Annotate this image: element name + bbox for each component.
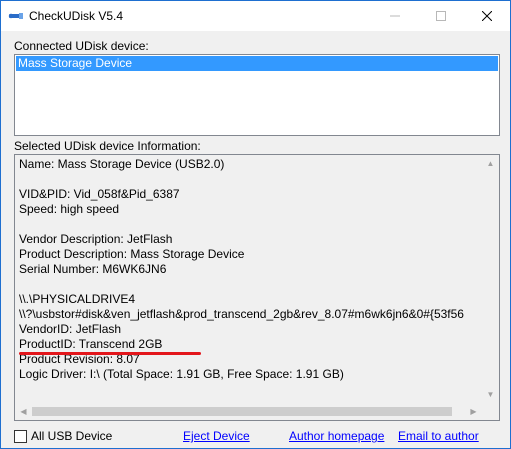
maximize-icon	[436, 11, 446, 21]
main-window: CheckUDisk V5.4 Connected UDisk device: …	[0, 0, 511, 449]
horizontal-scrollbar[interactable]: ◀ ▶	[15, 403, 482, 420]
info-speed: Speed: high speed	[19, 202, 120, 216]
maximize-button[interactable]	[418, 1, 464, 31]
minimize-icon	[390, 15, 400, 17]
connected-device-list[interactable]: Mass Storage Device	[14, 54, 500, 136]
list-item[interactable]: Mass Storage Device	[16, 56, 498, 71]
all-usb-label[interactable]: All USB Device	[31, 429, 112, 443]
email-author-link[interactable]: Email to author	[398, 429, 479, 443]
info-logic-driver: Logic Driver: I:\ (Total Space: 1.91 GB,…	[19, 367, 344, 381]
info-product-id: ProductID: Transcend 2GB	[19, 337, 163, 351]
info-name: Name: Mass Storage Device (USB2.0)	[19, 157, 225, 171]
scroll-up-icon[interactable]: ▲	[482, 155, 499, 172]
usb-icon	[8, 13, 23, 19]
close-icon	[482, 11, 492, 21]
info-product-description: Product Description: Mass Storage Device	[19, 247, 245, 261]
eject-device-link[interactable]: Eject Device	[183, 429, 250, 443]
info-device-path: \\?\usbstor#disk&ven_jetflash&prod_trans…	[19, 307, 464, 321]
scroll-down-icon[interactable]: ▼	[482, 386, 499, 403]
close-button[interactable]	[464, 1, 510, 31]
vertical-scrollbar[interactable]: ▲ ▼	[482, 155, 499, 403]
info-blank	[19, 277, 481, 292]
selected-info-label: Selected UDisk device Information:	[14, 139, 201, 153]
info-lines: Name: Mass Storage Device (USB2.0) VID&P…	[19, 157, 481, 382]
info-blank	[19, 172, 481, 187]
connected-device-label: Connected UDisk device:	[14, 39, 149, 53]
author-homepage-link[interactable]: Author homepage	[289, 429, 384, 443]
red-underline-annotation	[19, 352, 201, 355]
window-title: CheckUDisk V5.4	[29, 9, 124, 23]
info-blank	[19, 217, 481, 232]
all-usb-checkbox[interactable]	[14, 430, 27, 443]
scrollbar-corner	[482, 403, 499, 420]
info-vendor-id: VendorID: JetFlash	[19, 322, 122, 336]
info-vid-pid: VID&PID: Vid_058f&Pid_6387	[19, 187, 180, 201]
scroll-left-icon[interactable]: ◀	[15, 403, 32, 420]
minimize-button[interactable]	[372, 1, 418, 31]
info-physical-drive: \\.\PHYSICALDRIVE4	[19, 292, 136, 306]
device-info-textbox[interactable]: Name: Mass Storage Device (USB2.0) VID&P…	[14, 154, 500, 421]
info-vendor-description: Vendor Description: JetFlash	[19, 232, 173, 246]
info-serial-number: Serial Number: M6WK6JN6	[19, 262, 167, 276]
horizontal-scroll-thumb[interactable]	[32, 407, 452, 416]
title-bar[interactable]: CheckUDisk V5.4	[1, 1, 510, 31]
scroll-right-icon[interactable]: ▶	[465, 403, 482, 420]
